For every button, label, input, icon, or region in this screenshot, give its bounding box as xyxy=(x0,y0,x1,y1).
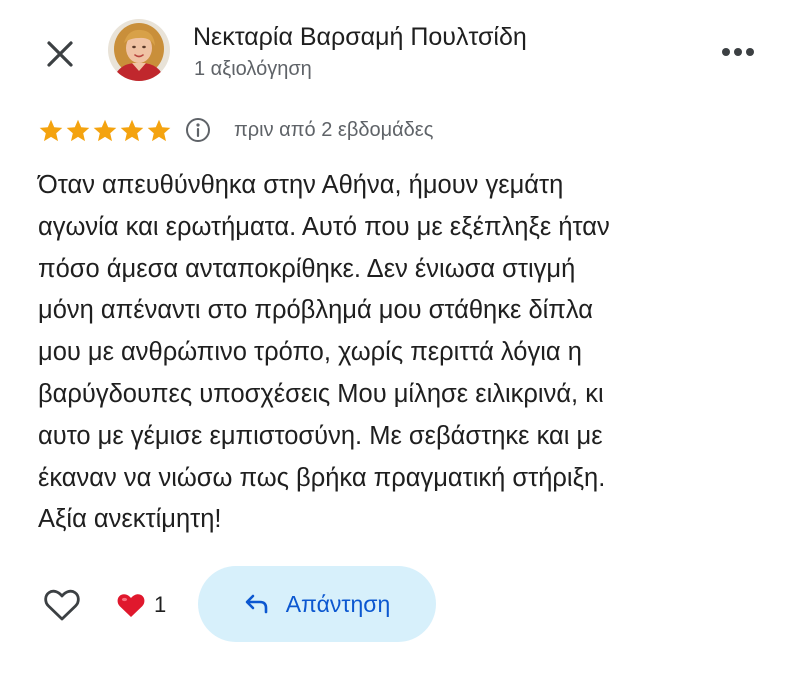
close-button[interactable] xyxy=(40,34,80,74)
star-icon xyxy=(39,119,63,141)
star-icon xyxy=(120,119,144,141)
heart-outline-icon xyxy=(44,589,80,621)
review-text-line: αυτο με γέμισε εμπιστοσύνη. Με σεβάστηκε… xyxy=(38,421,603,450)
review-text-line: μόνη απέναντι στο πρόβλημά μου στάθηκε δ… xyxy=(38,296,593,325)
star-icon xyxy=(93,119,117,141)
red-heart-icon xyxy=(117,593,145,617)
like-button[interactable] xyxy=(40,583,84,627)
star-icon xyxy=(66,119,90,141)
star-icon xyxy=(147,119,171,141)
more-options-button[interactable] xyxy=(716,34,760,70)
review-text-line: Αξία ανεκτίμητη! xyxy=(38,505,222,534)
reply-button[interactable]: Απάντηση xyxy=(198,566,436,642)
review-text-line: μου με ανθρώπινο τρόπο, χωρίς περιττά λό… xyxy=(38,338,582,367)
star-rating xyxy=(38,118,172,143)
info-button[interactable] xyxy=(184,116,212,144)
review-text-line: βαρύγδουπες υποσχέσεις Μου μίλησε ειλικρ… xyxy=(38,379,604,408)
review-date: πριν από 2 εβδομάδες xyxy=(234,118,434,141)
author-review-count: 1 αξιολόγηση xyxy=(194,58,312,80)
review-text-line: αγωνία και ερωτήματα. Αυτό που με εξέπλη… xyxy=(38,212,610,241)
more-horizontal-icon xyxy=(722,48,754,56)
review-text: Όταν απευθύνθηκα στην Αθήνα, ήμουν γεμάτ… xyxy=(38,165,768,541)
review-text-line: έκαναν να νιώσω πως βρήκα πραγματική στή… xyxy=(38,463,606,492)
reply-arrow-icon xyxy=(245,594,268,614)
rating-row: πριν από 2 εβδομάδες xyxy=(38,114,433,146)
reaction-summary[interactable]: 1 xyxy=(116,588,166,622)
reaction-count: 1 xyxy=(154,592,167,617)
close-icon xyxy=(47,41,73,67)
review-text-line: Όταν απευθύνθηκα στην Αθήνα, ήμουν γεμάτ… xyxy=(38,171,564,199)
avatar-image xyxy=(108,19,170,81)
review-text-line: πόσο άμεσα ανταποκρίθηκε. Δεν ένιωσα στι… xyxy=(38,254,576,283)
info-icon xyxy=(186,118,210,142)
avatar[interactable] xyxy=(108,19,170,81)
reply-label: Απάντηση xyxy=(285,590,391,617)
review-card: Νεκταρία Βαρσαμή Πουλτσίδη 1 αξιολόγηση … xyxy=(0,0,800,682)
author-name[interactable]: Νεκταρία Βαρσαμή Πουλτσίδη xyxy=(193,20,527,54)
